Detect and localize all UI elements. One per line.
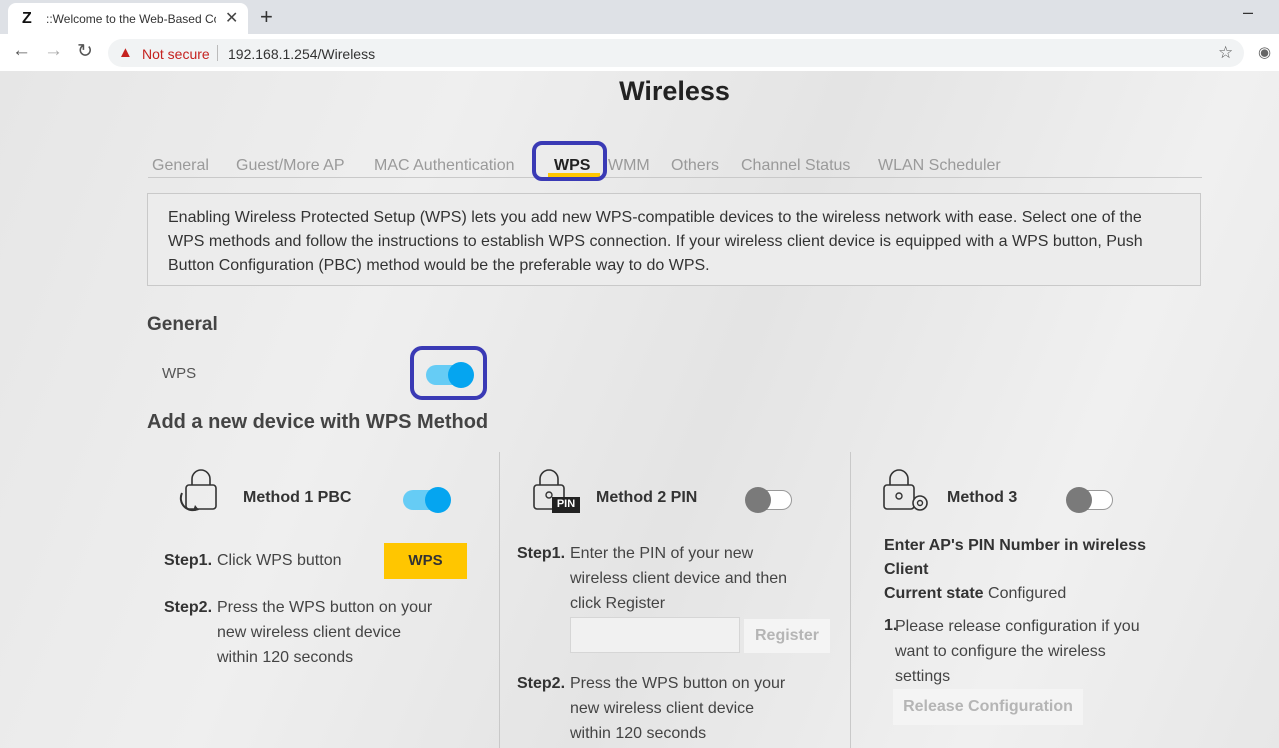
camera-icon[interactable]: ◉ (1258, 43, 1271, 61)
text-line: new wireless client device (570, 700, 755, 717)
close-tab-icon[interactable]: ✕ (225, 8, 238, 28)
general-heading: General (147, 314, 218, 335)
text-line: within 120 seconds (570, 725, 707, 742)
toggle-knob (425, 487, 451, 513)
text-line: wireless client device and then (570, 570, 788, 587)
method3-toggle[interactable] (1066, 487, 1113, 513)
page-title: Wireless (619, 76, 730, 106)
wps-toggle[interactable] (426, 362, 474, 388)
tab-channel-status[interactable]: Channel Status (741, 157, 850, 175)
text-line: Press the WPS button on your (217, 599, 433, 616)
method1-step2-text: Press the WPS button on your new wireles… (217, 595, 432, 670)
add-device-heading: Add a new device with WPS Method (147, 411, 489, 433)
register-button[interactable]: Register (744, 619, 830, 653)
tab-wlan-scheduler[interactable]: WLAN Scheduler (878, 157, 1001, 175)
method2-toggle[interactable] (745, 487, 792, 513)
method2-step2-text: Press the WPS button on your new wireles… (570, 671, 785, 746)
not-secure-label[interactable]: Not secure (142, 46, 210, 62)
release-configuration-button[interactable]: Release Configuration (893, 689, 1083, 725)
pbc-lock-icon (179, 469, 217, 512)
column-divider (850, 452, 851, 748)
method1-toggle[interactable] (403, 487, 451, 513)
method3-note: Please release configuration if you want… (895, 614, 1140, 689)
back-icon[interactable]: ← (12, 40, 31, 62)
text-line: Enter the PIN of your new (570, 545, 754, 562)
text-line: want to configure the wireless (895, 643, 1106, 660)
text-line: Press the WPS button on your (570, 675, 786, 692)
section-tabs: General Guest/More AP MAC Authentication… (148, 157, 1202, 178)
text-line: new wireless client device (217, 624, 402, 641)
column-divider (499, 452, 500, 748)
method2-step1-text: Enter the PIN of your new wireless clien… (570, 541, 787, 616)
current-state-value: Configured (988, 585, 1067, 602)
toggle-knob (448, 362, 474, 388)
current-state-label: Current state (884, 585, 984, 602)
wps-label: WPS (162, 365, 197, 382)
text-line: click Register (570, 595, 666, 612)
tab-guest-more-ap[interactable]: Guest/More AP (236, 157, 345, 175)
reload-icon[interactable]: ↻ (77, 40, 93, 63)
divider (217, 45, 218, 61)
current-state: Current state Configured (884, 582, 1066, 606)
method1-step1-text: Click WPS button (217, 552, 342, 569)
method3-heading: Enter AP's PIN Number in wireless Client (884, 534, 1146, 582)
text-line: within 120 seconds (217, 649, 354, 666)
pin-badge: PIN (556, 498, 576, 510)
bookmark-star-icon[interactable]: ☆ (1218, 43, 1233, 63)
text-line: Client (884, 561, 929, 578)
toggle-knob (745, 487, 771, 513)
tab-general[interactable]: General (152, 157, 209, 175)
browser-tab[interactable]: Z ::Welcome to the Web-Based Co ✕ (8, 3, 248, 34)
page-content: Wireless General Guest/More AP MAC Authe… (0, 71, 1279, 748)
url-text[interactable]: 192.168.1.254/Wireless (228, 46, 375, 62)
minimize-icon[interactable]: – (1243, 2, 1253, 23)
forward-icon[interactable]: → (44, 40, 63, 62)
toggle-knob (1066, 487, 1092, 513)
tab-wmm[interactable]: WMM (608, 157, 650, 175)
wps-push-button[interactable]: WPS (384, 543, 467, 579)
method1-step2-label: Step2. (164, 599, 213, 616)
address-bar[interactable]: ▲ Not secure 192.168.1.254/Wireless ☆ (108, 39, 1244, 67)
text-line: Enter AP's PIN Number in wireless (884, 537, 1146, 554)
method2-title: Method 2 PIN (596, 489, 698, 506)
new-tab-icon[interactable]: + (260, 4, 273, 30)
method2-step2-label: Step2. (517, 675, 566, 692)
tab-others[interactable]: Others (671, 157, 719, 175)
method3-title: Method 3 (947, 489, 1018, 506)
text-line: settings (895, 668, 951, 685)
wps-tab-highlight (532, 141, 607, 181)
method1-title: Method 1 PBC (243, 489, 352, 506)
warning-icon: ▲ (118, 44, 133, 61)
wps-description: Enabling Wireless Protected Setup (WPS) … (147, 193, 1201, 286)
pin-input[interactable] (570, 617, 740, 653)
browser-tab-bar: Z ::Welcome to the Web-Based Co ✕ + – (0, 0, 1279, 34)
tab-title: ::Welcome to the Web-Based Co (46, 12, 216, 26)
method1-step1-label: Step1. (164, 552, 213, 569)
tab-mac-authentication[interactable]: MAC Authentication (374, 157, 515, 175)
favicon-icon: Z (22, 10, 32, 27)
text-line: Please release configuration if you (895, 618, 1140, 635)
browser-toolbar: ← → ↻ ▲ Not secure 192.168.1.254/Wireles… (0, 34, 1279, 72)
method2-step1-label: Step1. (517, 545, 566, 562)
ap-pin-lock-icon (883, 469, 928, 511)
